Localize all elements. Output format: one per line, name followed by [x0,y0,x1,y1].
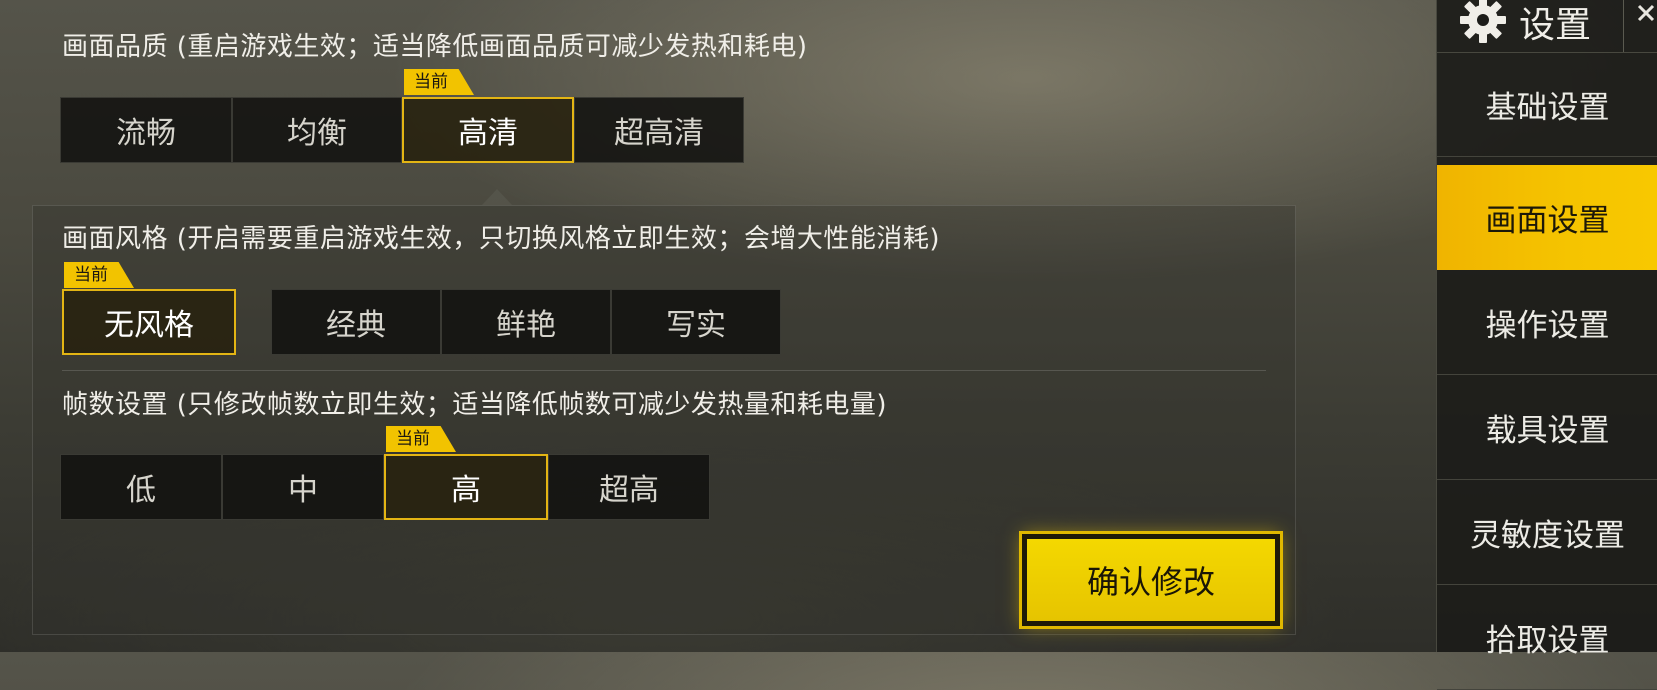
sub-panel-pointer [482,189,512,205]
close-icon[interactable] [1637,4,1655,34]
fps-option-high[interactable]: 高 [384,454,548,520]
gear-icon [1460,0,1506,43]
style-selected-group: 无风格 [62,289,236,355]
confirm-button[interactable]: 确认修改 [1022,534,1280,626]
sidebar-header: 设置 [1437,0,1657,53]
fps-section-title: 帧数设置 (只修改帧数立即生效；适当降低帧数可减少发热量和耗电量) [62,390,888,420]
sidebar-item-basic[interactable]: 基础设置 [1437,52,1657,157]
fps-option-ultra[interactable]: 超高 [548,454,710,520]
header-divider [1623,0,1624,52]
quality-option-group: 流畅 均衡 高清 超高清 [60,97,744,163]
style-option-none[interactable]: 无风格 [62,289,236,355]
settings-sidebar: 设置 基础设置 画面设置 操作设置 载具设置 灵敏度设置 拾取设置 [1436,0,1657,690]
style-option-group: 经典 鲜艳 写实 [271,289,781,355]
sidebar-item-controls[interactable]: 操作设置 [1437,270,1657,375]
sidebar-item-pickup[interactable]: 拾取设置 [1437,585,1657,690]
quality-option-smooth[interactable]: 流畅 [60,97,232,163]
style-option-realistic[interactable]: 写实 [611,289,781,355]
graphics-settings-panel: 画面品质 (重启游戏生效；适当降低画面品质可减少发热和耗电) 当前 流畅 均衡 … [0,0,1408,652]
fps-option-medium[interactable]: 中 [222,454,384,520]
quality-option-ultra-hd[interactable]: 超高清 [574,97,744,163]
sidebar-item-vehicle[interactable]: 载具设置 [1437,375,1657,480]
settings-header-title: 设置 [1519,5,1592,46]
fps-option-low[interactable]: 低 [60,454,222,520]
style-option-vivid[interactable]: 鲜艳 [441,289,611,355]
sidebar-item-sensitivity[interactable]: 灵敏度设置 [1437,480,1657,585]
sidebar-item-graphics[interactable]: 画面设置 [1437,165,1657,270]
section-divider [62,370,1266,371]
quality-current-tag: 当前 [404,69,474,95]
style-option-classic[interactable]: 经典 [271,289,441,355]
quality-option-hd[interactable]: 高清 [402,97,574,163]
fps-option-group: 低 中 高 超高 [60,454,710,520]
style-section-title: 画面风格 (开启需要重启游戏生效，只切换风格立即生效；会增大性能消耗) [62,224,941,254]
quality-section-title: 画面品质 (重启游戏生效；适当降低画面品质可减少发热和耗电) [62,32,808,62]
quality-option-balanced[interactable]: 均衡 [232,97,402,163]
